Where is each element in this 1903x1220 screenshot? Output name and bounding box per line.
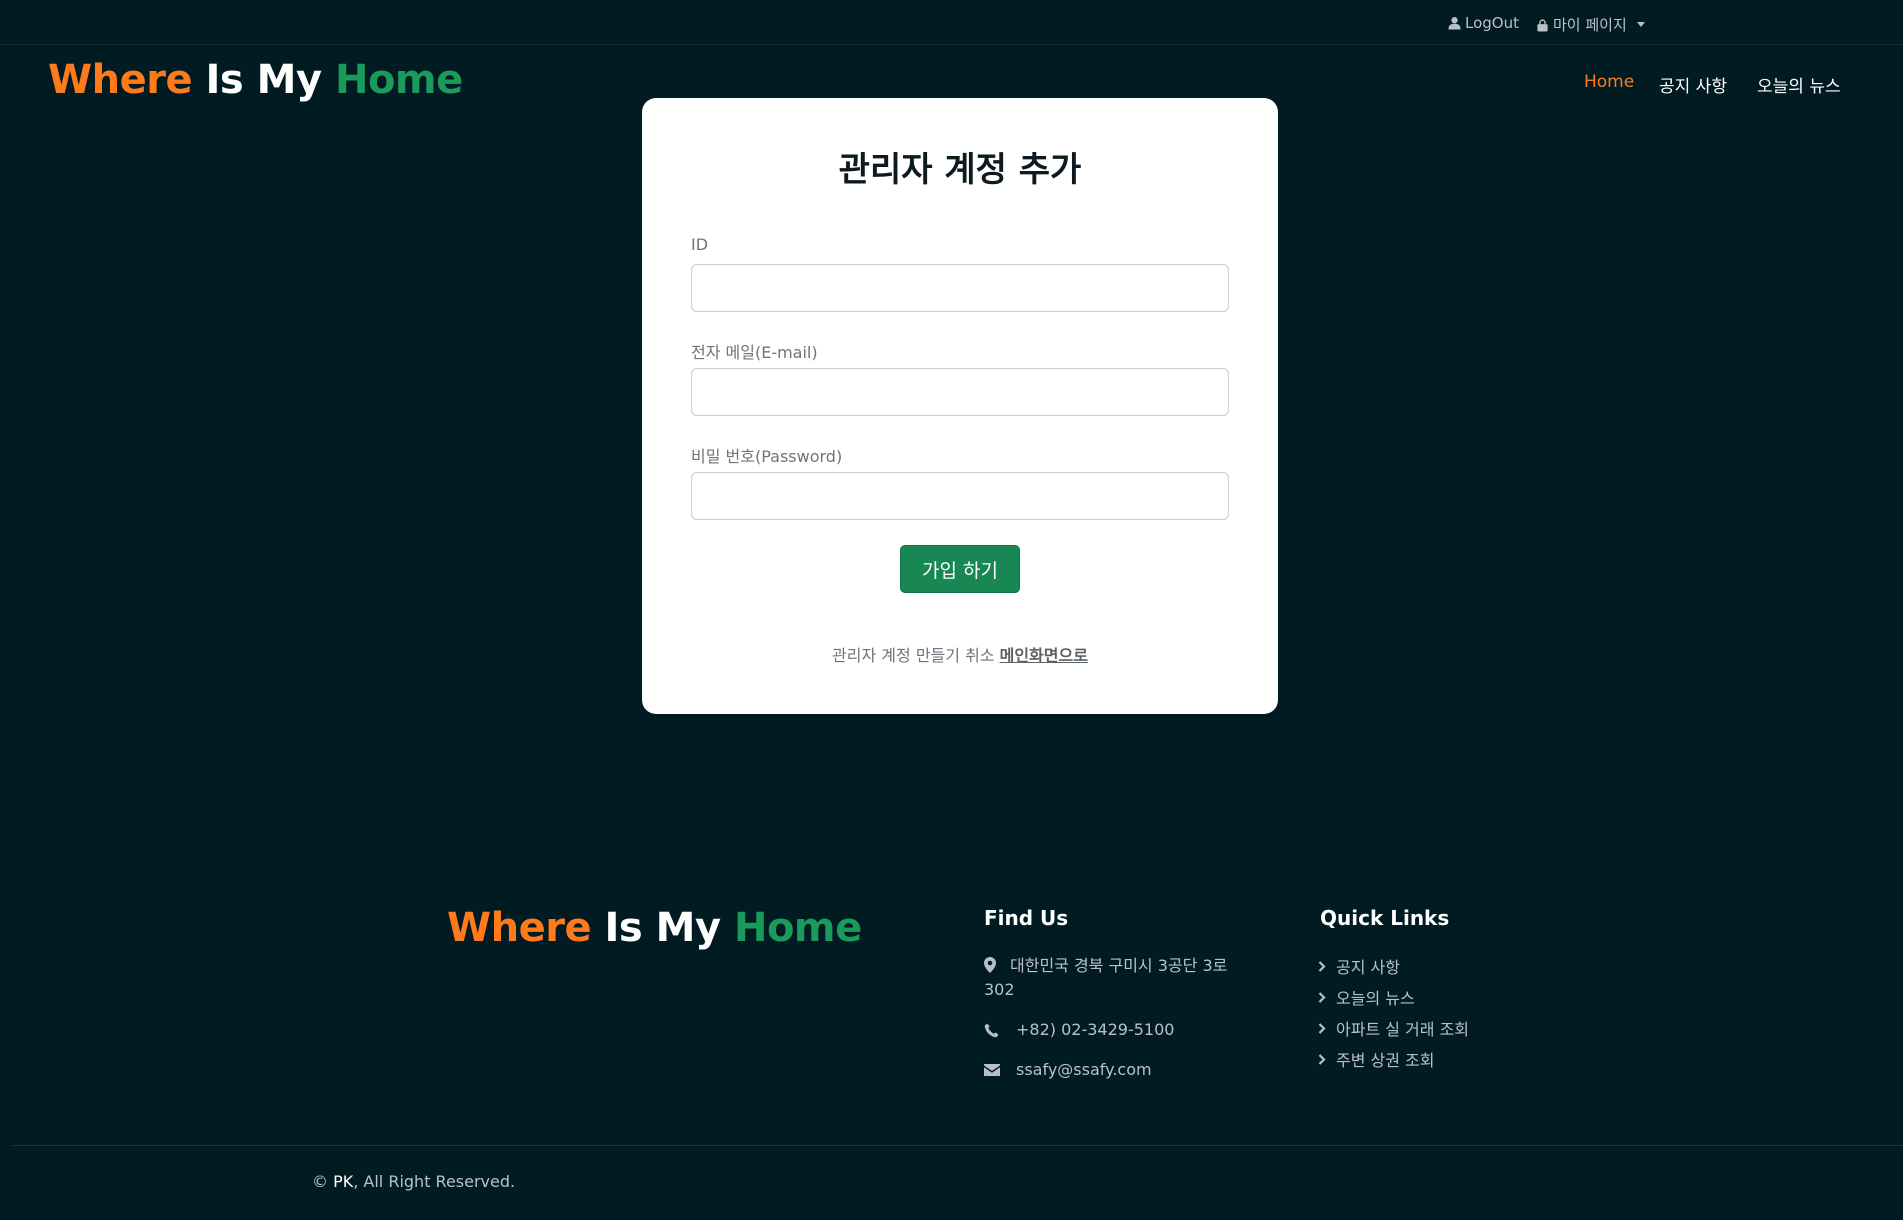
- lock-icon: [1537, 18, 1548, 31]
- copyright-text: , All Right Reserved.: [353, 1172, 516, 1191]
- brand-part-2: Is My: [205, 57, 323, 103]
- id-label: ID: [691, 235, 709, 254]
- email-block: ssafy@ssafy.com: [984, 1058, 1152, 1082]
- quick-link-news[interactable]: 오늘의 뉴스: [1318, 985, 1415, 1009]
- user-icon: [1448, 17, 1461, 30]
- page-title: 관리자 계정 추가: [838, 150, 1082, 190]
- chevron-right-icon: [1318, 960, 1326, 972]
- copyright-symbol: ©: [312, 1172, 328, 1191]
- signup-button[interactable]: 가입 하기: [900, 545, 1020, 593]
- quick-link-label: 공지 사항: [1336, 958, 1400, 977]
- password-label: 비밀 번호(Password): [691, 447, 843, 466]
- chevron-right-icon: [1318, 1022, 1326, 1034]
- address-block: 대한민국 경북 구미시 3공단 3로 302: [984, 954, 1254, 1002]
- top-bar: LogOut 마이 페이지: [0, 0, 1903, 45]
- phone-icon: [984, 1023, 999, 1037]
- phone-block: +82) 02-3429-5100: [984, 1018, 1174, 1042]
- footer-divider: [12, 1145, 1903, 1146]
- nav-home[interactable]: Home: [1584, 72, 1634, 92]
- copyright-owner[interactable]: PK: [333, 1172, 353, 1191]
- brand-part-3: Home: [334, 57, 463, 103]
- envelope-icon: [984, 1064, 1000, 1076]
- footer-brand-part-2: Is My: [604, 905, 722, 951]
- quick-link-label: 아파트 실 거래 조회: [1336, 1020, 1470, 1039]
- footer-brand-part-1: Where: [447, 905, 592, 951]
- find-us-heading: Find Us: [984, 906, 1069, 930]
- quick-link-label: 주변 상권 조회: [1336, 1051, 1435, 1070]
- nav-notice[interactable]: 공지 사항: [1659, 72, 1727, 97]
- brand-part-1: Where: [48, 57, 193, 103]
- cancel-text: 관리자 계정 만들기 취소: [832, 646, 995, 665]
- main-page-link[interactable]: 메인화면으로: [1000, 646, 1088, 665]
- quick-links-heading: Quick Links: [1320, 906, 1450, 930]
- email-text: ssafy@ssafy.com: [1016, 1060, 1152, 1079]
- map-marker-icon: [984, 957, 996, 973]
- chevron-right-icon: [1318, 991, 1326, 1003]
- logout-link[interactable]: LogOut: [1448, 14, 1519, 32]
- address-text: 대한민국 경북 구미시 3공단 3로 302: [984, 956, 1228, 999]
- phone-text: +82) 02-3429-5100: [1016, 1020, 1175, 1039]
- password-input[interactable]: [691, 472, 1229, 520]
- quick-link-notice[interactable]: 공지 사항: [1318, 954, 1400, 978]
- quick-link-label: 오늘의 뉴스: [1336, 989, 1415, 1008]
- email-label: 전자 메일(E-mail): [691, 343, 818, 362]
- nav-news[interactable]: 오늘의 뉴스: [1757, 72, 1841, 97]
- email-input[interactable]: [691, 368, 1229, 416]
- mypage-label: 마이 페이지: [1553, 16, 1627, 34]
- id-input[interactable]: [691, 264, 1229, 312]
- cancel-line: 관리자 계정 만들기 취소 메인화면으로: [642, 642, 1278, 666]
- quick-link-nearby-shops[interactable]: 주변 상권 조회: [1318, 1047, 1435, 1071]
- admin-signup-card: 관리자 계정 추가 ID 전자 메일(E-mail) 비밀 번호(Passwor…: [642, 98, 1278, 714]
- footer-brand-part-3: Home: [733, 905, 862, 951]
- chevron-down-icon: [1636, 22, 1645, 27]
- footer-brand-logo: Where Is My Home: [447, 905, 862, 951]
- mypage-dropdown[interactable]: 마이 페이지: [1536, 14, 1645, 35]
- copyright: © PK, All Right Reserved.: [312, 1172, 515, 1191]
- brand-logo[interactable]: Where Is My Home: [48, 57, 463, 103]
- logout-label: LogOut: [1465, 14, 1519, 32]
- quick-link-apartment-deals[interactable]: 아파트 실 거래 조회: [1318, 1016, 1469, 1040]
- chevron-right-icon: [1318, 1053, 1326, 1065]
